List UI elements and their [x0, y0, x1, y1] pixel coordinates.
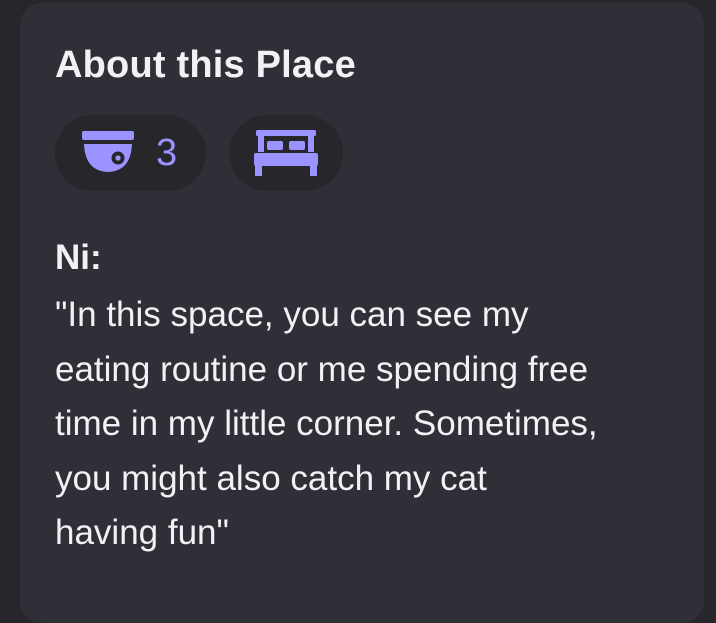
security-camera-icon: [82, 131, 134, 175]
feature-chips: 3: [55, 115, 669, 191]
camera-count: 3: [156, 132, 178, 174]
description-author: Ni:: [55, 238, 102, 277]
bed-icon: [254, 130, 318, 176]
camera-count-chip: 3: [55, 115, 206, 191]
about-place-card: About this Place 3 Ni: "In this space, y…: [20, 3, 704, 623]
description-line: eating routine or me spending free: [55, 349, 589, 389]
description-line: having fun": [55, 513, 229, 552]
description-text: "In this space, you can see my eating ro…: [55, 288, 665, 561]
description-line: "In this space, you can see my: [55, 295, 529, 334]
section-title: About this Place: [55, 44, 356, 86]
description-line: time in my little corner. Sometimes,: [55, 404, 598, 443]
description-line: you might also catch my cat: [55, 458, 487, 498]
bed-chip: [229, 115, 343, 191]
